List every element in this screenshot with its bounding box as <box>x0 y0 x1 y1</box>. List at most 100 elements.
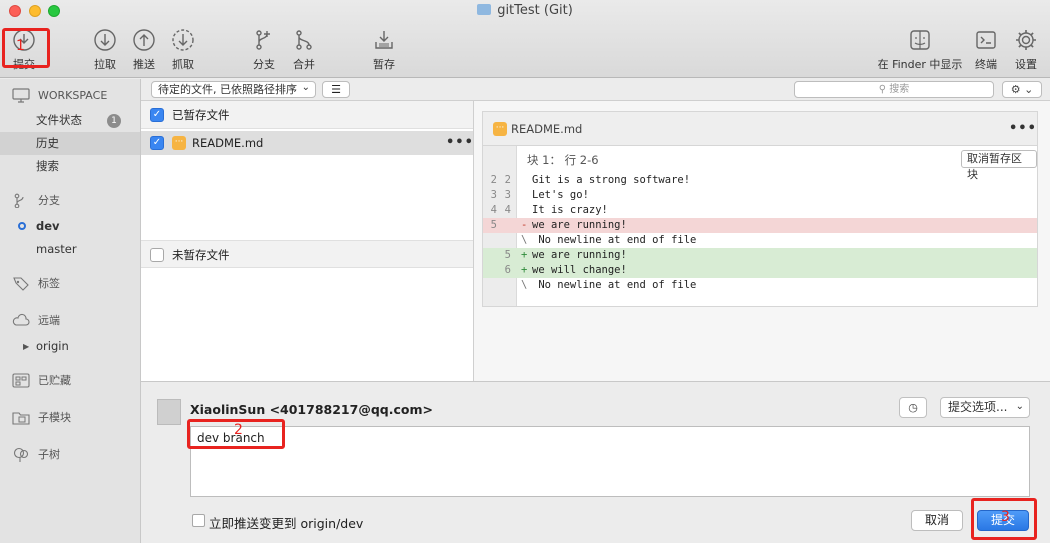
push-immediately-checkbox[interactable] <box>192 514 205 527</box>
diff-line-text: It is crazy! <box>532 204 608 216</box>
diff-line: 5 - we are running! <box>483 218 1037 233</box>
folder-icon <box>477 4 492 15</box>
file-actions-button[interactable]: ••• <box>446 131 474 155</box>
staged-files-header: ✓ 已暂存文件 <box>141 101 473 129</box>
sidebar-item-branch-dev[interactable]: dev <box>0 215 140 238</box>
annotation-number-2: 2 <box>234 422 243 438</box>
old-line-number: 4 <box>490 204 497 216</box>
pull-toolbar-button[interactable]: 拉取 <box>92 28 118 72</box>
modified-file-icon: ··· <box>172 136 186 150</box>
sidebar-item-file-status[interactable]: 文件状态 1 <box>0 109 140 132</box>
gear-icon <box>1016 30 1036 50</box>
gear-icon: ⚙ <box>1010 83 1021 96</box>
diff-line: \ No newline at end of file <box>483 233 1037 248</box>
disclosure-triangle-icon: ▶ <box>23 342 30 351</box>
push-toolbar-button[interactable]: 推送 <box>131 28 157 72</box>
cancel-button[interactable]: 取消 <box>911 510 963 531</box>
diff-marker: + <box>521 264 528 276</box>
sidebar-item-search[interactable]: 搜索 <box>0 155 140 178</box>
file-sort-select[interactable]: 待定的文件, 已依照路径排序 <box>151 80 316 98</box>
sidebar-header-subtrees[interactable]: 子树 <box>0 443 140 466</box>
sidebar-item-history[interactable]: 历史 <box>0 132 140 155</box>
list-view-toggle[interactable]: ☰ <box>322 81 350 98</box>
stash-icon <box>12 373 30 388</box>
new-line-number: 2 <box>504 174 511 186</box>
list-icon: ☰ <box>331 83 341 96</box>
branch-icon <box>256 30 270 50</box>
staged-select-all-checkbox[interactable]: ✓ <box>150 108 164 122</box>
push-icon <box>133 29 155 51</box>
new-line-number: 6 <box>504 264 511 276</box>
sidebar-item-remote-origin[interactable]: ▶ origin <box>0 335 140 358</box>
monitor-icon <box>12 88 30 103</box>
diff-line: 5 + we are running! <box>483 248 1037 263</box>
new-line-number: 3 <box>504 189 511 201</box>
diff-marker: + <box>521 249 528 261</box>
clock-icon: ◷ <box>908 401 918 414</box>
options-menu-button[interactable]: ⚙ ⌄ <box>1002 81 1042 98</box>
hunk-header: 块 1： 行 2-6 <box>527 153 599 167</box>
file-checkbox[interactable]: ✓ <box>150 136 164 150</box>
commit-message-input[interactable]: dev branch <box>190 426 1030 497</box>
branch-icon <box>14 193 24 208</box>
diff-marker: \ <box>521 234 528 246</box>
diff-pane: ··· README.md ••• 块 1： 行 2-6 取消暂存区块 2 2 Gi… <box>474 101 1050 381</box>
diff-line: 3 3 Let's go! <box>483 188 1037 203</box>
diff-line-text: we are running! <box>532 249 627 261</box>
terminal-icon <box>976 31 996 49</box>
window-title: gitTest (Git) <box>0 3 1050 18</box>
commit-history-button[interactable]: ◷ <box>899 397 927 418</box>
tag-icon <box>13 277 29 291</box>
diff-line-text: Git is a strong software! <box>532 174 691 186</box>
branch-toolbar-button[interactable]: 分支 <box>251 28 277 72</box>
annotation-number-3: 3 <box>1001 509 1010 525</box>
diff-card: ··· README.md ••• 块 1： 行 2-6 取消暂存区块 2 2 Gi… <box>482 111 1038 307</box>
finder-icon <box>910 30 930 50</box>
new-line-number: 5 <box>504 249 511 261</box>
diff-marker: - <box>521 219 528 231</box>
unstaged-select-all-checkbox[interactable] <box>150 248 164 262</box>
stash-icon <box>375 31 393 49</box>
sidebar-header-submodules[interactable]: 子模块 <box>0 406 140 429</box>
diff-line-text: No newline at end of file <box>532 279 697 291</box>
diff-file-header: ··· README.md ••• <box>483 112 1037 146</box>
annotation-number-1: 1 <box>16 38 25 54</box>
diff-actions-button[interactable]: ••• <box>1009 112 1037 146</box>
push-immediately-label: 立即推送变更到 origin/dev <box>209 516 364 531</box>
submodule-folder-icon <box>12 412 30 425</box>
sidebar-header-remotes[interactable]: 远端 <box>0 309 140 332</box>
current-branch-icon <box>18 222 26 230</box>
commit-panel: XiaolinSun <401788217@qq.com> ◷ 提交选项... ⌄… <box>141 381 1050 543</box>
fetch-toolbar-button[interactable]: 抓取 <box>170 28 196 72</box>
diff-line: \ No newline at end of file <box>483 278 1037 293</box>
unstage-hunk-button[interactable]: 取消暂存区块 <box>961 150 1037 181</box>
sidebar-item-branch-master[interactable]: master <box>0 238 140 261</box>
sidebar: WORKSPACE 文件状态 1 历史 搜索 分支 dev master 标签 … <box>0 79 141 543</box>
settings-toolbar-button[interactable]: 设置 <box>1013 28 1039 72</box>
toolbar: gitTest (Git) 提交 拉取 推送 抓取 分支 合并 暂存 在 Fin… <box>0 0 1050 78</box>
commit-options-button[interactable]: 提交选项... ⌄ <box>940 397 1030 418</box>
diff-marker: \ <box>521 279 528 291</box>
diff-line-text: we are running! <box>532 219 627 231</box>
diff-line: 4 4 It is crazy! <box>483 203 1037 218</box>
diff-line-text: we will change! <box>532 264 627 276</box>
sidebar-header-stashes[interactable]: 已贮藏 <box>0 369 140 392</box>
stash-toolbar-button[interactable]: 暂存 <box>371 28 397 72</box>
staged-file-row[interactable]: ✓ ··· README.md ••• <box>141 131 473 155</box>
search-input[interactable]: ⚲ 搜索 <box>794 81 994 98</box>
merge-toolbar-button[interactable]: 合并 <box>291 28 317 72</box>
search-icon: ⚲ <box>878 84 887 95</box>
terminal-toolbar-button[interactable]: 终端 <box>972 28 1000 72</box>
merge-icon <box>296 30 312 50</box>
pull-icon <box>94 29 116 51</box>
diff-line: 2 2 Git is a strong software! <box>483 173 1037 188</box>
sidebar-header-branches[interactable]: 分支 <box>0 189 140 212</box>
modified-file-icon: ··· <box>493 122 507 136</box>
cloud-icon <box>12 313 30 326</box>
sidebar-header-tags[interactable]: 标签 <box>0 272 140 295</box>
show-in-finder-button[interactable]: 在 Finder 中显示 <box>872 28 968 72</box>
old-line-number: 3 <box>490 189 497 201</box>
diff-line-text: Let's go! <box>532 189 589 201</box>
old-line-number: 2 <box>490 174 497 186</box>
diff-line: 6 + we will change! <box>483 263 1037 278</box>
